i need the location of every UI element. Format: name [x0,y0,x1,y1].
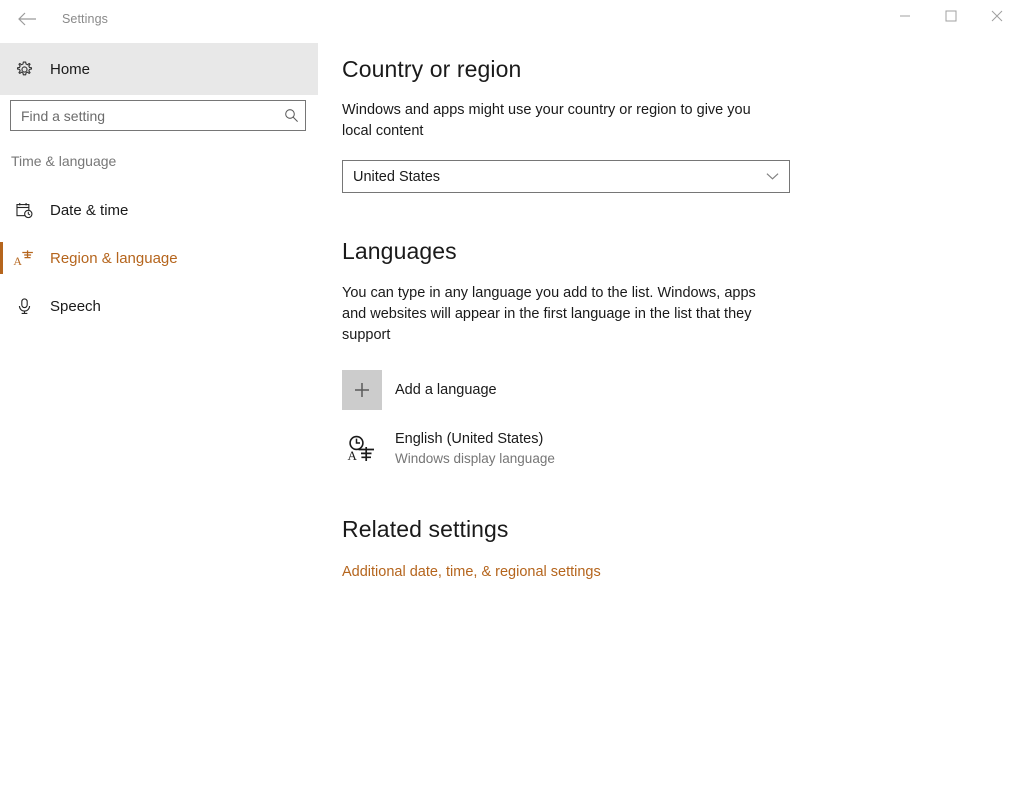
svg-text:A: A [13,254,22,268]
sidebar-item-region-language[interactable]: A Region & language [0,234,318,282]
plus-icon [342,370,382,410]
back-arrow-icon [18,12,36,26]
list-item-title: English (United States) [395,431,544,447]
language-icon: A [342,435,382,463]
svg-text:A: A [348,448,358,463]
minimize-icon [900,15,910,17]
country-select[interactable]: United States [342,160,790,193]
sidebar-item-region-language-label: Region & language [50,249,178,267]
languages-heading: Languages [342,238,457,264]
search-input[interactable] [11,101,277,130]
list-item-texts: English (United States) Windows display … [395,430,555,468]
sidebar-item-speech-label: Speech [50,297,101,315]
close-icon [991,10,1003,22]
back-button[interactable] [4,3,50,35]
search-icon[interactable] [277,108,305,123]
microphone-icon [2,297,46,316]
selection-accent-bar [0,242,3,274]
close-button[interactable] [974,0,1020,32]
language-icon: A [2,248,46,268]
gear-icon [2,60,46,79]
country-heading: Country or region [342,56,522,82]
sidebar-item-speech[interactable]: Speech [0,282,318,330]
additional-settings-link[interactable]: Additional date, time, & regional settin… [342,564,601,580]
search-box[interactable] [10,100,306,131]
maximize-button[interactable] [928,0,974,32]
sidebar-item-home-label: Home [50,60,91,78]
country-description: Windows and apps might use your country … [342,102,751,139]
minimize-button[interactable] [882,0,928,32]
chevron-down-icon[interactable] [755,172,789,181]
window-caption-buttons [882,0,1020,38]
list-item-subtitle: Windows display language [395,451,555,466]
sidebar-item-date-time[interactable]: Date & time [0,186,318,234]
sidebar-item-date-time-label: Date & time [50,201,129,219]
add-language-button[interactable]: Add a language [342,370,1002,410]
main-content: Country or region Windows and apps might… [342,38,1002,581]
sidebar-item-home[interactable]: Home [0,43,318,95]
sidebar-nav-list: Date & time A Region & language Speech [0,186,318,330]
sidebar: Home Time & language Date & time [0,38,318,798]
window-title: Settings [62,12,108,26]
languages-description: You can type in any language you add to … [342,285,756,343]
add-language-label: Add a language [395,382,497,398]
list-item[interactable]: A English (United States) Windows displa… [342,430,1002,468]
related-settings-heading: Related settings [342,516,509,542]
country-select-value: United States [353,168,441,185]
title-bar: Settings [0,0,1020,38]
calendar-clock-icon [2,201,46,220]
sidebar-group-label: Time & language [11,153,117,169]
maximize-icon [945,10,957,22]
